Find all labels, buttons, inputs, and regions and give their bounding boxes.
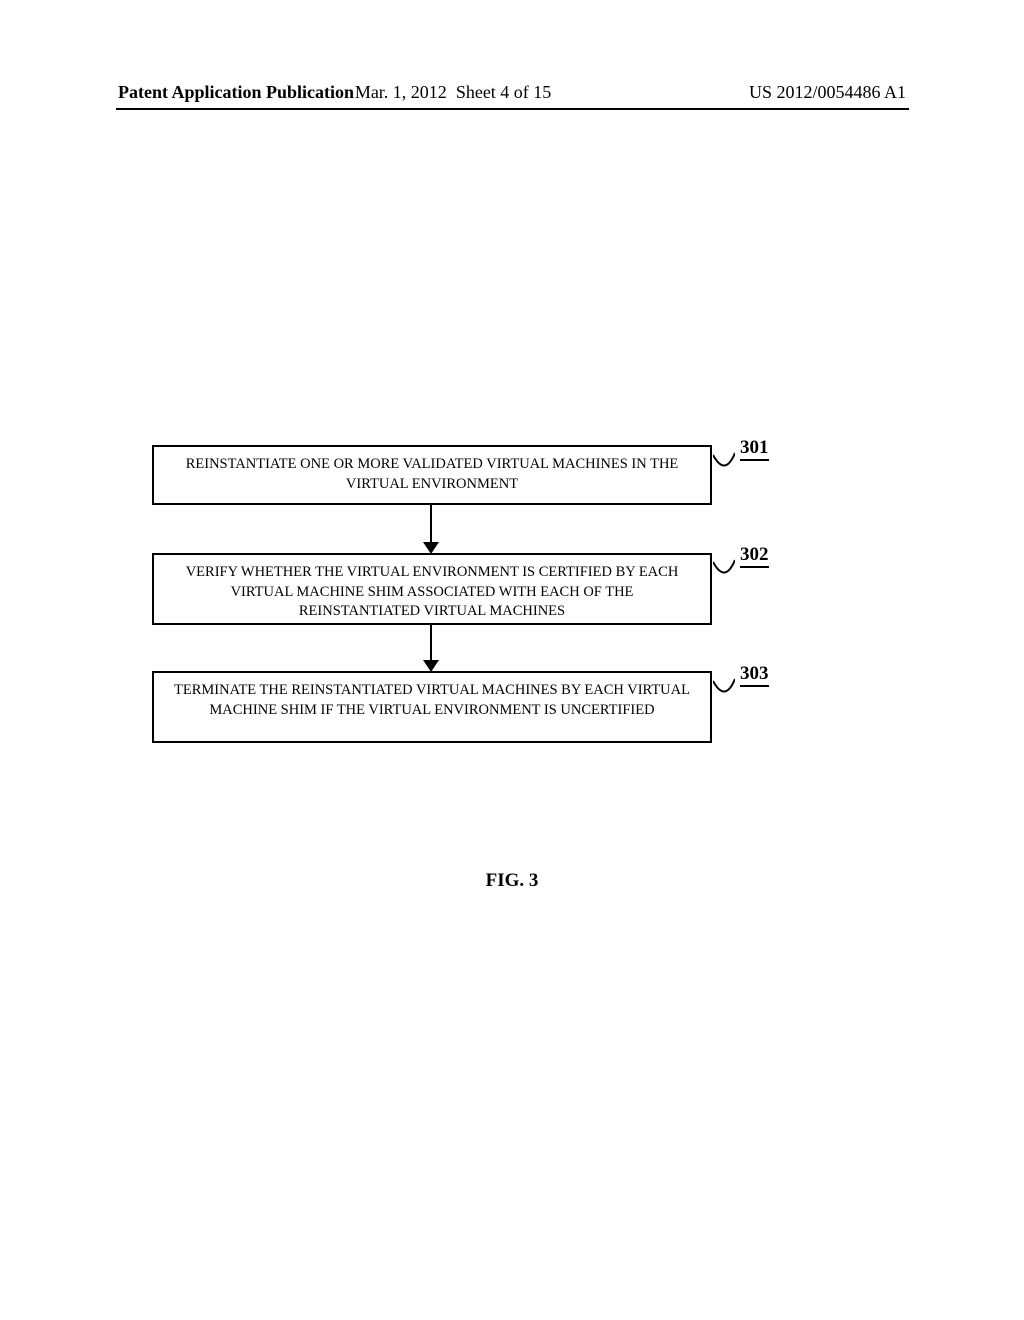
flow-step-text: REINSTANTIATE ONE OR MORE VALIDATED VIRT… <box>186 456 679 492</box>
ref-number: 301 <box>740 437 769 461</box>
header-sheet: Sheet 4 of 15 <box>456 82 551 102</box>
callout-curve-icon <box>713 677 735 701</box>
flow-arrow <box>430 625 432 663</box>
ref-label-301: 301 <box>740 437 769 459</box>
flow-step-301: REINSTANTIATE ONE OR MORE VALIDATED VIRT… <box>152 445 712 505</box>
header-publication-number: US 2012/0054486 A1 <box>749 82 906 103</box>
flow-arrow <box>430 505 432 545</box>
flow-step-302: VERIFY WHETHER THE VIRTUAL ENVIRONMENT I… <box>152 553 712 625</box>
ref-number: 303 <box>740 663 769 687</box>
callout-curve-icon <box>713 558 735 582</box>
figure-caption: FIG. 3 <box>0 870 1024 892</box>
ref-number: 302 <box>740 544 769 568</box>
flow-step-text: VERIFY WHETHER THE VIRTUAL ENVIRONMENT I… <box>186 564 679 619</box>
ref-label-303: 303 <box>740 663 769 685</box>
flow-step-303: TERMINATE THE REINSTANTIATED VIRTUAL MAC… <box>152 671 712 743</box>
page-header: Patent Application Publication Mar. 1, 2… <box>0 82 1024 109</box>
header-date: Mar. 1, 2012 <box>355 82 447 102</box>
flow-step-text: TERMINATE THE REINSTANTIATED VIRTUAL MAC… <box>174 682 690 718</box>
callout-curve-icon <box>713 451 735 475</box>
header-publication-type: Patent Application Publication <box>118 82 354 103</box>
header-date-sheet: Mar. 1, 2012 Sheet 4 of 15 <box>355 82 551 103</box>
header-rule <box>116 108 909 110</box>
ref-label-302: 302 <box>740 544 769 566</box>
